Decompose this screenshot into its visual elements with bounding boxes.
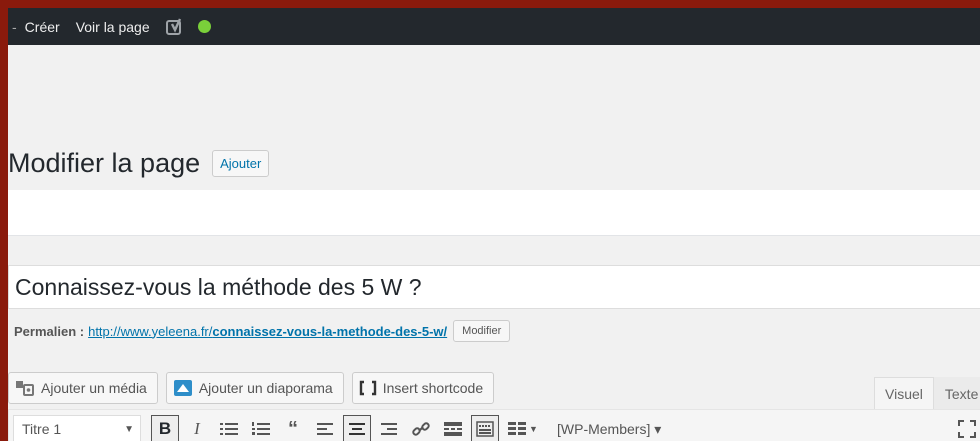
page-heading: Modifier la page Ajouter <box>8 148 270 179</box>
seo-status-dot <box>197 20 211 33</box>
numbered-list-icon[interactable] <box>247 415 275 441</box>
view-page-link[interactable]: Voir la page <box>76 19 150 35</box>
add-media-button[interactable]: Ajouter un média <box>8 372 158 404</box>
blockquote-icon[interactable]: “ <box>279 415 307 441</box>
bold-button[interactable]: B <box>151 415 179 441</box>
permalink-base: http://www.yeleena.fr/ <box>88 323 213 339</box>
notice-area <box>8 190 980 236</box>
read-more-icon[interactable] <box>439 415 467 441</box>
permalink-slug: connaissez-vous-la-methode-des-5-w/ <box>212 323 448 339</box>
add-slideshow-button[interactable]: Ajouter un diaporama <box>165 372 344 404</box>
bullet-list-icon[interactable] <box>215 415 243 441</box>
add-page-button[interactable]: Ajouter <box>212 150 270 177</box>
chevron-down-icon: ▼ <box>124 423 134 435</box>
editor-tabs: Visuel Texte <box>874 377 980 410</box>
post-title-input[interactable] <box>8 265 980 309</box>
insert-shortcode-label: Insert shortcode <box>382 380 484 396</box>
align-center-icon[interactable] <box>343 415 371 441</box>
yoast-icon[interactable] <box>165 18 184 36</box>
brackets-icon <box>359 379 377 397</box>
align-right-icon[interactable] <box>375 415 403 441</box>
insert-shortcode-button[interactable]: Insert shortcode <box>351 372 495 404</box>
link-icon[interactable] <box>407 415 435 441</box>
permalink-edit-button[interactable]: Modifier <box>453 320 511 342</box>
wp-members-dropdown[interactable]: [WP-Members] ▾ <box>557 421 661 438</box>
slideshow-icon <box>173 379 193 397</box>
permalink-row: Permalien : http://www.yeleena.fr/connai… <box>14 320 511 342</box>
page-title: Modifier la page <box>8 148 201 178</box>
create-link[interactable]: Créer <box>25 19 60 35</box>
admin-bar: - Créer Voir la page <box>8 8 980 45</box>
tab-visual[interactable]: Visuel <box>874 377 934 410</box>
add-slideshow-label: Ajouter un diaporama <box>198 380 333 396</box>
editor-toolbar: Titre 1 ▼ B I “ ▼ [WP-Members] ▾ <box>8 409 980 441</box>
toolbar-toggle-icon[interactable] <box>471 415 499 441</box>
fullscreen-icon[interactable] <box>958 420 976 441</box>
add-media-label: Ajouter un média <box>41 380 147 396</box>
align-left-icon[interactable] <box>311 415 339 441</box>
permalink-link[interactable]: http://www.yeleena.fr/connaissez-vous-la… <box>88 324 447 339</box>
italic-button[interactable]: I <box>183 415 211 441</box>
tab-text[interactable]: Texte <box>933 377 980 410</box>
admin-bar-separator: - <box>12 18 17 35</box>
media-icon <box>15 379 35 397</box>
format-select-value: Titre 1 <box>22 421 62 437</box>
admin-frame: - Créer Voir la page Modifier la page Aj… <box>8 8 980 441</box>
media-buttons: Ajouter un média Ajouter un diaporama In… <box>8 372 495 404</box>
format-select[interactable]: Titre 1 ▼ <box>13 415 141 441</box>
table-icon[interactable]: ▼ <box>503 415 543 441</box>
permalink-label: Permalien : <box>14 323 85 339</box>
